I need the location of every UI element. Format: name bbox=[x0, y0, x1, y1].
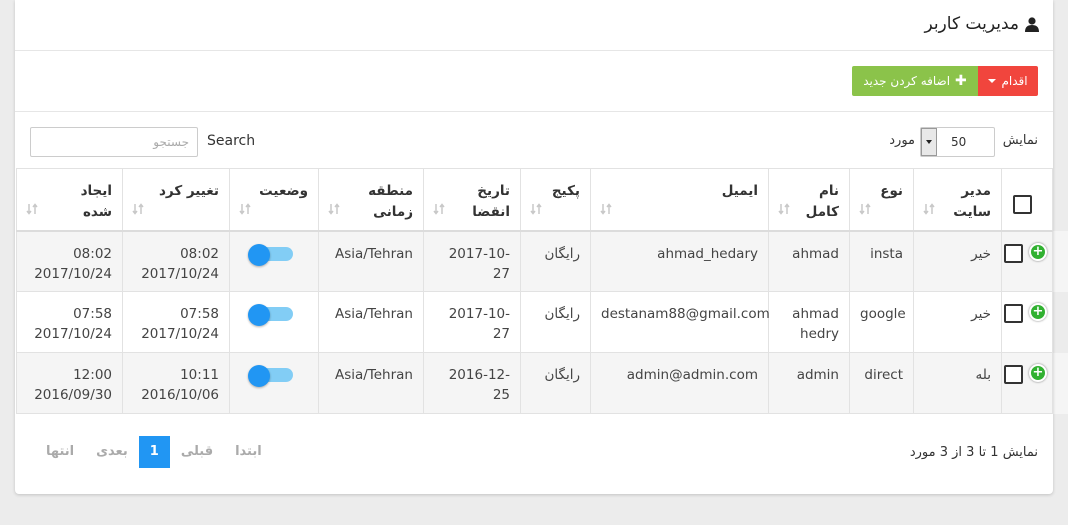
pagination-page-1[interactable]: 1 bbox=[138, 436, 170, 468]
cell-admin: خیر bbox=[913, 230, 1002, 292]
cell-fullname: ahmad bbox=[768, 230, 850, 292]
status-toggle[interactable] bbox=[248, 365, 294, 387]
sort-icon bbox=[328, 203, 340, 215]
row-checkbox[interactable] bbox=[1004, 243, 1023, 263]
row-checkbox[interactable] bbox=[1004, 304, 1023, 323]
cell-email: ahmad_hedary bbox=[590, 230, 769, 292]
search-input[interactable] bbox=[30, 127, 198, 157]
cell-modified: 08:02 2017/10/24 bbox=[122, 230, 230, 292]
actions-button[interactable]: اقدام bbox=[978, 66, 1038, 96]
sort-icon bbox=[433, 203, 445, 215]
sort-icon bbox=[132, 203, 144, 215]
status-toggle[interactable] bbox=[248, 304, 294, 326]
column-header-status[interactable]: وضعیت bbox=[229, 168, 319, 232]
expand-row-icon[interactable]: + bbox=[1029, 303, 1047, 321]
cell-timezone: Asia/Tehran bbox=[318, 291, 424, 353]
column-header-admin[interactable]: مدیر سایت bbox=[913, 168, 1002, 232]
expand-row-icon[interactable]: + bbox=[1029, 364, 1047, 382]
cell-fullname: admin bbox=[768, 352, 850, 414]
cell-email: admin@admin.com bbox=[590, 352, 769, 414]
row-checkbox[interactable] bbox=[1004, 365, 1023, 384]
cell-timezone: Asia/Tehran bbox=[318, 352, 424, 414]
cell-type: insta bbox=[849, 230, 914, 292]
sort-icon bbox=[26, 203, 38, 215]
page-length-value: 50 bbox=[951, 135, 967, 149]
cell-type: google bbox=[849, 291, 914, 353]
pagination-last[interactable]: انتها bbox=[35, 436, 85, 468]
page-length-items-label: مورد bbox=[889, 133, 915, 148]
cell-email: destanam88@gmail.com bbox=[590, 291, 770, 353]
row-select-cell: + bbox=[1001, 291, 1053, 353]
column-header-timezone[interactable]: منطقه زمانی bbox=[318, 168, 424, 232]
cell-modified: 07:58 2017/10/24 bbox=[122, 291, 230, 353]
cell-expiry: 2016-12-25 bbox=[423, 352, 521, 414]
user-management-card: مدیریت کاربر اقدام ✚ اضافه کردن جدید Sea… bbox=[15, 0, 1053, 494]
cell-status bbox=[229, 352, 319, 414]
page-title-text: مدیریت کاربر bbox=[924, 14, 1019, 34]
table-row: + خیر insta ahmad ahmad_hedary رایگان 20… bbox=[16, 230, 1053, 292]
page-length-show-label: نمایش bbox=[1002, 133, 1038, 148]
column-header-fullname[interactable]: نام کامل bbox=[768, 168, 850, 232]
sort-icon bbox=[923, 203, 935, 215]
cell-admin: خیر bbox=[913, 291, 1002, 353]
cell-fullname: ahmad hedry bbox=[768, 291, 850, 353]
sort-icon bbox=[239, 203, 251, 215]
table-row: + بله direct admin admin@admin.com رایگا… bbox=[16, 352, 1053, 414]
cell-package: رایگان bbox=[520, 352, 591, 414]
row-stripe-overflow bbox=[1053, 353, 1068, 414]
row-select-cell: + bbox=[1001, 230, 1053, 292]
column-header-created[interactable]: ایجاد شده bbox=[16, 168, 123, 232]
caret-down-icon bbox=[988, 79, 997, 83]
row-stripe-overflow bbox=[1053, 231, 1068, 292]
sort-icon bbox=[859, 203, 871, 215]
pagination: ابتدا قبلی 1 بعدی انتها bbox=[35, 436, 273, 468]
column-header-expiry[interactable]: تاریخ انقضا bbox=[423, 168, 521, 232]
search-label: Search bbox=[207, 133, 256, 149]
cell-type: direct bbox=[849, 352, 914, 414]
status-toggle[interactable] bbox=[248, 243, 294, 266]
cell-status bbox=[229, 230, 319, 292]
column-header-package[interactable]: پکیج bbox=[520, 168, 591, 232]
add-new-button[interactable]: ✚ اضافه کردن جدید bbox=[852, 66, 978, 96]
select-all-header bbox=[1001, 168, 1053, 232]
cell-expiry: 2017-10-27 bbox=[423, 230, 521, 292]
plus-icon: ✚ bbox=[955, 73, 967, 89]
row-select-cell: + bbox=[1001, 352, 1053, 414]
column-header-type[interactable]: نوع bbox=[849, 168, 914, 232]
users-table: مدیر سایت نوع نام کامل ایمیل پکیج تاریخ … bbox=[16, 168, 1053, 414]
table-row: + خیر google ahmad hedry destanam88@gmai… bbox=[16, 291, 1053, 353]
column-header-modified[interactable]: تغییر کرد bbox=[122, 168, 230, 232]
table-controls: Search نمایش 50 مورد bbox=[15, 112, 1053, 168]
cell-created: 08:02 2017/10/24 bbox=[16, 230, 123, 292]
pagination-prev[interactable]: قبلی bbox=[170, 436, 224, 468]
column-header-email[interactable]: ایمیل bbox=[590, 168, 769, 232]
cell-package: رایگان bbox=[520, 230, 591, 292]
toolbar: اقدام ✚ اضافه کردن جدید bbox=[15, 51, 1053, 112]
sort-icon bbox=[600, 203, 612, 215]
cell-timezone: Asia/Tehran bbox=[318, 230, 424, 292]
pagination-first[interactable]: ابتدا bbox=[224, 436, 273, 468]
page-length-select[interactable]: 50 bbox=[920, 127, 995, 157]
cell-package: رایگان bbox=[520, 291, 591, 353]
dropdown-arrow-icon[interactable] bbox=[921, 128, 937, 156]
sort-icon bbox=[778, 203, 790, 215]
table-footer: نمایش 1 تا 3 از 3 مورد ابتدا قبلی 1 بعدی… bbox=[15, 414, 1053, 494]
add-new-button-label: اضافه کردن جدید bbox=[863, 74, 951, 88]
cell-modified: 10:11 2016/10/06 bbox=[122, 352, 230, 414]
page-title: مدیریت کاربر bbox=[924, 14, 1039, 34]
table-info: نمایش 1 تا 3 از 3 مورد bbox=[909, 445, 1038, 460]
user-icon bbox=[1025, 16, 1039, 32]
table-header-row: مدیر سایت نوع نام کامل ایمیل پکیج تاریخ … bbox=[16, 168, 1053, 232]
cell-created: 12:00 2016/09/30 bbox=[16, 352, 123, 414]
cell-expiry: 2017-10-27 bbox=[423, 291, 521, 353]
card-header: مدیریت کاربر bbox=[15, 0, 1053, 51]
sort-icon bbox=[530, 203, 542, 215]
pagination-next[interactable]: بعدی bbox=[85, 436, 139, 468]
cell-created: 07:58 2017/10/24 bbox=[16, 291, 123, 353]
cell-admin: بله bbox=[913, 352, 1002, 414]
actions-button-label: اقدام bbox=[1001, 74, 1028, 88]
expand-row-icon[interactable]: + bbox=[1029, 242, 1047, 261]
select-all-checkbox[interactable] bbox=[1013, 195, 1032, 214]
cell-status bbox=[229, 291, 319, 353]
